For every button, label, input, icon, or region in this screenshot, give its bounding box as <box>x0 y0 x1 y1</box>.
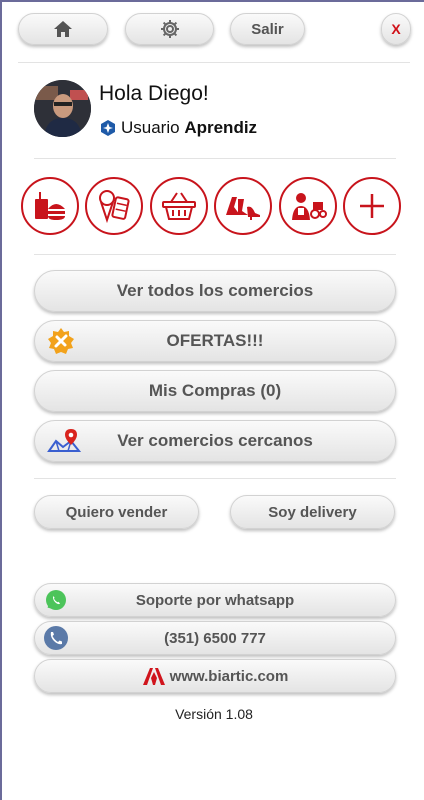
home-button[interactable] <box>18 13 108 45</box>
level-name: Aprendiz <box>184 118 258 137</box>
greeting: Hola Diego! <box>99 82 209 105</box>
category-sweets-button[interactable] <box>85 177 143 235</box>
comida-icon <box>35 192 65 220</box>
logout-button[interactable]: Salir <box>230 13 305 45</box>
more-categories-button[interactable] <box>343 177 401 235</box>
version-text: Versión 1.08 <box>175 706 253 722</box>
website-label: www.biartic.com <box>169 667 289 685</box>
top-border <box>2 0 424 2</box>
close-button[interactable]: X <box>381 13 411 45</box>
website-button[interactable]: www.biartic.com <box>34 659 396 693</box>
phone-button[interactable]: (351) 6500 777 <box>34 621 396 655</box>
nearby-stores-button[interactable]: Ver comercios cercanos <box>34 420 396 462</box>
offers-icon <box>47 327 75 355</box>
nearby-stores-label: Ver comercios cercanos <box>117 431 313 450</box>
offers-label: OFERTAS!!! <box>166 331 264 350</box>
category-services-button[interactable] <box>279 177 337 235</box>
whatsapp-support-button[interactable]: Soporte por whatsapp <box>34 583 396 617</box>
badge-icon <box>101 120 115 136</box>
settings-button[interactable] <box>125 13 214 45</box>
avatar[interactable] <box>34 80 91 137</box>
sell-label: Quiero vender <box>65 503 168 521</box>
avatar-photo <box>34 80 91 137</box>
sell-button[interactable]: Quiero vender <box>34 495 199 529</box>
divider <box>18 62 410 63</box>
gear-icon <box>160 20 179 38</box>
all-stores-label: Ver todos los comercios <box>116 281 314 300</box>
home-icon <box>54 21 72 37</box>
all-stores-button[interactable]: Ver todos los comercios <box>34 270 396 312</box>
divider <box>34 478 396 479</box>
delivery-button[interactable]: Soy delivery <box>230 495 395 529</box>
moda-calzado-icon <box>226 197 260 220</box>
category-fashion-button[interactable] <box>214 177 272 235</box>
category-food-button[interactable] <box>21 177 79 235</box>
divider <box>34 158 396 159</box>
user-level: Usuario Aprendiz <box>99 118 257 138</box>
phone-icon <box>43 625 69 651</box>
category-grocery-button[interactable] <box>150 177 208 235</box>
offers-button[interactable]: OFERTAS!!! <box>34 320 396 362</box>
whatsapp-support-label: Soporte por whatsapp <box>135 591 295 609</box>
helados-dulces-icon <box>99 190 130 224</box>
my-purchases-button[interactable]: Mis Compras (0) <box>34 370 396 412</box>
map-pin-icon <box>47 427 81 455</box>
my-purchases-label: Mis Compras (0) <box>148 381 282 400</box>
servicios-icon <box>292 193 327 220</box>
delivery-label: Soy delivery <box>268 503 357 521</box>
whatsapp-icon <box>45 589 67 611</box>
almacen-canasta-icon <box>162 192 196 220</box>
mas-categorias-icon <box>360 194 384 218</box>
phone-label: (351) 6500 777 <box>164 629 266 647</box>
level-prefix: Usuario <box>121 118 180 137</box>
biartic-logo-icon <box>142 668 165 685</box>
divider <box>34 254 396 255</box>
